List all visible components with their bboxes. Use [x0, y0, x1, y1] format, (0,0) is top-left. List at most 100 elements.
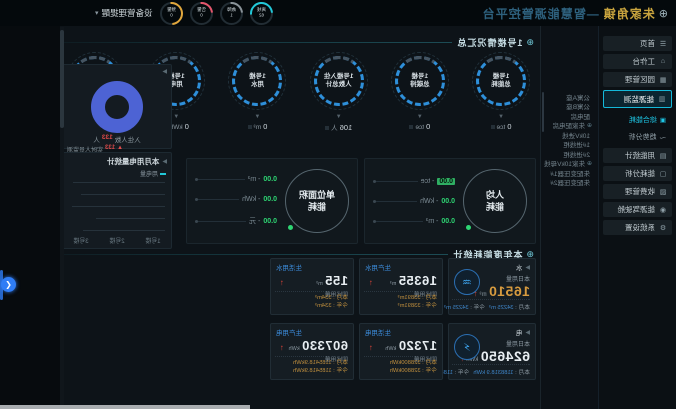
- dashed-ring-icon: 1号楼用水: [232, 56, 282, 106]
- gauge-offline: 离线62: [250, 2, 273, 25]
- occupancy-donut: [91, 81, 143, 133]
- dashed-ring-icon: 1号楼总能耗: [476, 56, 526, 106]
- app-title: ⊕ 朱家角镇 —智慧能源管控平台: [482, 5, 676, 22]
- gauge-warning: 预警0: [160, 2, 183, 25]
- drawer-collapse-button[interactable]: ❮: [1, 277, 16, 292]
- mirrored-app-root: ⊕ 朱家角镇 —智慧能源管控平台 离线62 故障1 告警0 预警0 设备管理提: [0, 0, 676, 409]
- expand-icon[interactable]: ⊕: [587, 122, 592, 129]
- sidebar-item-energy-analysis[interactable]: ▢ 能耗分析: [603, 166, 672, 181]
- caret-down-icon: ▾: [95, 9, 99, 17]
- main-scrollbar[interactable]: [60, 27, 64, 408]
- gear-icon: ⚙: [659, 224, 667, 232]
- caret-down-icon: ▼: [391, 114, 449, 120]
- right-gutter: [0, 26, 60, 409]
- sidebar-subitem-overall-energy[interactable]: ▣ 综合能耗: [603, 114, 666, 125]
- kpi-ring-total-energy: 1号楼总能耗 ▼ 0 tce: [472, 56, 530, 132]
- tree-scrollbar[interactable]: [542, 92, 544, 132]
- expand-icon[interactable]: ⊕: [587, 160, 592, 167]
- device-tree-panel: 公寓A座 公寓B座 配电房 ⊕朱家配电房 10kV进线 1#进线柜 2#进线柜 …: [540, 26, 598, 409]
- info-chip-icon: [248, 125, 252, 129]
- up-arrow-icon: ↑: [280, 343, 284, 352]
- sidebar-item-energy-monitor[interactable]: ▥ 能源监测: [603, 90, 672, 108]
- info-chip-icon: [491, 125, 495, 129]
- wave-icon: ～: [660, 132, 667, 142]
- panel-icon: ▣: [660, 116, 666, 124]
- collapse-toggle-icon[interactable]: ▶: [525, 264, 530, 271]
- lightning-icon: ⚡: [454, 334, 480, 360]
- table-icon: ▤: [659, 152, 667, 160]
- metric-row: 0.00- 元: [195, 216, 277, 226]
- tree-node[interactable]: 10kV进线: [543, 130, 592, 140]
- dashed-ring-icon: 1号楼入住人数总计: [314, 56, 364, 106]
- tree-node[interactable]: 1#进线柜: [543, 140, 592, 150]
- grid-icon: ▦: [659, 76, 667, 84]
- plus-circle-icon: ⊕: [526, 37, 534, 48]
- tree-node[interactable]: 公寓B座: [543, 102, 592, 112]
- up-arrow-icon: ↑: [369, 343, 373, 352]
- site-name: 朱家角镇: [603, 5, 655, 22]
- tree-node[interactable]: 朱配变压器2#: [543, 178, 592, 188]
- collapse-toggle-icon[interactable]: ▶: [162, 68, 167, 75]
- sidebar-subitem-trend-analysis[interactable]: ～ 趋势分析: [603, 131, 666, 142]
- device-alert-dropdown[interactable]: 设备管理提醒 ▾: [95, 7, 153, 19]
- info-chip-icon: [409, 125, 413, 129]
- info-chip-icon: [325, 126, 329, 130]
- chart-x-labels: 1号楼 2号楼 3号楼: [63, 236, 171, 245]
- per-capita-energy-panel: 人均能耗 0.00- tce 0.00- kWh 0.00- m³: [364, 158, 536, 244]
- water-total-card: ▶水 本日用量 16510m³↑ ♒ 本月 : 34225 m³今年 : 342…: [448, 258, 536, 315]
- tree-node[interactable]: 朱配变压器1#: [543, 168, 592, 178]
- production-electricity-card: 生产用电 607330kWh↑ 同比用量 本月 : 1185418.9kWh今年…: [270, 323, 354, 380]
- title-rule: [60, 254, 448, 255]
- tree-node[interactable]: 2#进线柜: [543, 149, 592, 159]
- status-dot-icon: [466, 225, 471, 230]
- water-icon: ♒: [454, 269, 480, 295]
- domestic-electricity-card: 生活用电 17320kWh↑ 同比用量 本月 : 328800kWh今年 : 3…: [359, 323, 443, 380]
- tree-node[interactable]: 配电房: [543, 111, 592, 121]
- sidebar-item-park-management[interactable]: ▦ 园区管理: [603, 72, 672, 87]
- dashed-ring-icon: 1号楼总碳排: [395, 56, 445, 106]
- scrollbar-thumb[interactable]: [60, 30, 64, 128]
- kpi-ring-water: 1号楼用水 ▼ 0 m³: [228, 56, 286, 132]
- caret-down-icon: ▼: [472, 114, 530, 120]
- metric-row: 0.00- kWh: [373, 198, 455, 205]
- device-alert-cluster: 离线62 故障1 告警0 预警0 设备管理提醒 ▾: [0, 2, 273, 25]
- collapse-toggle-icon[interactable]: ▶: [162, 158, 167, 165]
- per-area-energy-panel: 单位面积能耗 0.00- m³ 0.00- kWh 0.00- 元: [186, 158, 358, 244]
- collapse-toggle-icon[interactable]: ▶: [525, 329, 530, 336]
- bar-chart-icon: ▥: [658, 95, 666, 103]
- sidebar-item-home[interactable]: ☰ 首页: [603, 36, 672, 51]
- sidebar-item-energy-stats[interactable]: ▤ 用能统计: [603, 148, 672, 163]
- stat-cards-grid: ▶水 本日用量 16510m³↑ ♒ 本月 : 34225 m³今年 : 342…: [270, 258, 536, 380]
- dashboard-content: ⊕ 1号楼情况汇总 1号楼总能耗 ▼ 0 tce 1号楼总碳排 ▼ 0 tce …: [60, 26, 540, 409]
- bottom-artifact-strip: [0, 405, 250, 409]
- screenshot-frame: ⊕ 朱家角镇 —智慧能源管控平台 离线62 故障1 告警0 预警0 设备管理提: [0, 0, 676, 409]
- kpi-ring-occupants: 1号楼入住人数总计 ▼ 106 人: [310, 56, 368, 132]
- up-arrow-icon: ↑: [369, 278, 373, 287]
- sidebar-item-settings[interactable]: ⚙ 系统设置: [603, 220, 672, 235]
- gauge-alarm: 告警0: [190, 2, 213, 25]
- caret-down-icon: ▼: [310, 114, 368, 120]
- sidebar-item-workbench[interactable]: ⌂ 工作台: [603, 54, 672, 69]
- box-icon: ▢: [659, 170, 667, 178]
- main-sidebar: ☰ 首页 ⌂ 工作台 ▦ 园区管理 ▥ 能源监测 ▣ 综合能耗 ～ 趋势分析 ▤…: [598, 26, 676, 409]
- ledger-icon: ▧: [659, 188, 667, 196]
- metric-row: 0.00- m³: [373, 218, 455, 225]
- metric-row: 0.00- m³: [195, 176, 277, 183]
- panel-circle-label: 单位面积能耗: [285, 169, 349, 233]
- top-bar: ⊕ 朱家角镇 —智慧能源管控平台 离线62 故障1 告警0 预警0 设备管理提: [0, 0, 676, 27]
- platform-name: —智慧能源管控平台: [482, 5, 599, 22]
- caret-down-icon: ▼: [228, 114, 286, 120]
- chart-card-title: 本月用电量统计: [107, 156, 160, 167]
- kpi-panels-row: 人均能耗 0.00- tce 0.00- kWh 0.00- m³ 单位面积能耗…: [186, 158, 536, 244]
- tree-node[interactable]: ⊕朱家配电房: [543, 121, 592, 131]
- sidebar-item-energy-cockpit[interactable]: ◉ 能源驾驶舱: [603, 202, 672, 217]
- sidebar-item-billing[interactable]: ▧ 收费管理: [603, 184, 672, 199]
- tree-node[interactable]: ⊕朱家10kV母线: [543, 159, 592, 169]
- menu-icon: ☰: [659, 40, 667, 48]
- monthly-usage-chart-card: ▶ 本月用电量统计 用电量 1号楼 2号楼 3号楼: [62, 152, 172, 249]
- chart-gridlines: [63, 178, 171, 231]
- tree-node[interactable]: 公寓A座: [543, 92, 592, 102]
- production-water-card: 生产用水 16355m³↑ 同比用量 本月 : 33891m³今年 : 3389…: [359, 258, 443, 315]
- kpi-ring-total-carbon: 1号楼总碳排 ▼ 0 tce: [391, 56, 449, 132]
- legend-mark-icon: [160, 173, 166, 175]
